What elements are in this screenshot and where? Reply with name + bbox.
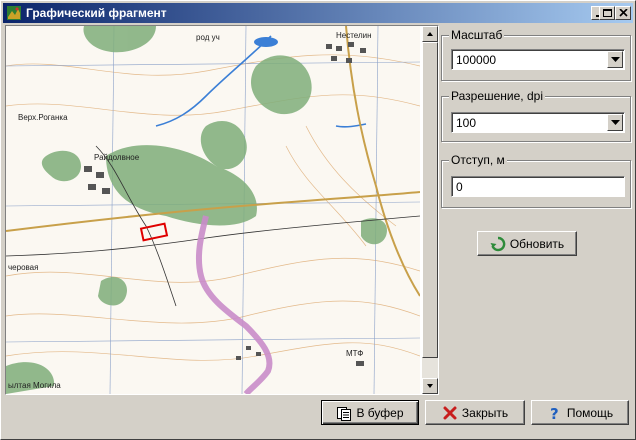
map-view: Верх.Роганка Райдолвное Нестелин род уч …: [5, 25, 439, 395]
resolution-group: Разрешение, dpi 100: [441, 89, 631, 142]
map-label-zoltaya-mogila: ылтая Могила: [8, 381, 61, 390]
map-label-raidolvnoe: Райдолвное: [94, 153, 140, 162]
scale-group: Масштаб 100000: [441, 28, 631, 81]
scroll-down-button[interactable]: [422, 378, 438, 394]
close-window-button[interactable]: [615, 6, 631, 20]
arrow-up-icon: [427, 32, 433, 36]
offset-label: Отступ, м: [449, 153, 507, 167]
chevron-down-icon: [611, 120, 620, 125]
svg-text:?: ?: [550, 405, 559, 421]
question-icon: ?: [547, 405, 563, 421]
arrow-down-icon: [427, 384, 433, 388]
scale-label: Масштаб: [449, 28, 505, 42]
resolution-dropdown-button[interactable]: [607, 114, 623, 131]
help-label: Помощь: [566, 405, 614, 420]
help-button[interactable]: ? Помощь: [531, 400, 629, 425]
chevron-down-icon: [611, 57, 620, 62]
refresh-icon: [490, 236, 506, 252]
map-label-cherovaya: черовая: [8, 263, 38, 272]
map-label-nestelin: Нестелин: [336, 31, 372, 40]
copy-label: В буфер: [356, 405, 404, 420]
scroll-thumb[interactable]: [422, 42, 438, 358]
title-bar[interactable]: Графический фрагмент: [3, 3, 633, 23]
refresh-label: Обновить: [509, 236, 565, 251]
clipboard-icon: [336, 405, 352, 421]
refresh-button[interactable]: Обновить: [477, 231, 577, 256]
dialog-window: Графический фрагмент Верх.Роганка Райдол…: [0, 0, 636, 440]
app-icon: [6, 5, 22, 21]
map-label-verkh-roganka: Верх.Роганка: [18, 113, 68, 122]
scale-select[interactable]: 100000: [451, 49, 625, 70]
map-label-rod-uch: род уч: [196, 33, 220, 42]
offset-input[interactable]: [451, 176, 625, 197]
scale-dropdown-button[interactable]: [607, 51, 623, 68]
x-icon: [442, 405, 458, 421]
scroll-up-button[interactable]: [422, 26, 438, 42]
map-label-mtf: МТФ: [346, 349, 363, 358]
resolution-label: Разрешение, dpi: [449, 89, 545, 103]
scale-value: 100000: [456, 53, 497, 67]
close-button[interactable]: Закрыть: [425, 400, 525, 425]
resolution-select[interactable]: 100: [451, 112, 625, 133]
close-icon: [619, 9, 628, 17]
window-title: Графический фрагмент: [26, 6, 167, 20]
maximize-button[interactable]: [599, 6, 615, 20]
copy-to-clipboard-button[interactable]: В буфер: [321, 400, 419, 425]
offset-group: Отступ, м: [441, 153, 631, 208]
map-canvas[interactable]: Верх.Роганка Райдолвное Нестелин род уч …: [6, 26, 420, 394]
resolution-value: 100: [456, 116, 477, 130]
close-label: Закрыть: [461, 405, 509, 420]
map-vertical-scrollbar[interactable]: [422, 26, 438, 394]
maximize-icon: [603, 9, 612, 17]
